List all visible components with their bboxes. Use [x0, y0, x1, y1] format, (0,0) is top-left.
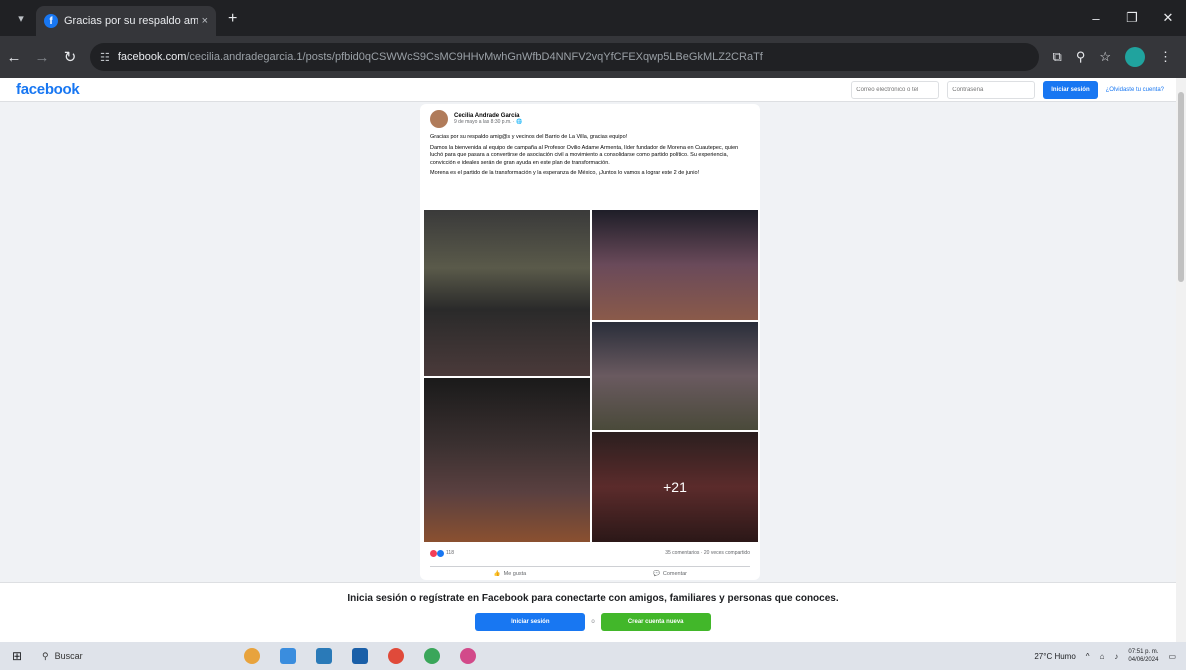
- post-actions: 👍 Me gusta 💬 Comentar: [430, 566, 750, 580]
- network-icon[interactable]: ⌂: [1100, 652, 1105, 661]
- post-header: Cecilia Andrade García 9 de mayo a las 8…: [420, 104, 760, 134]
- love-reaction-icon: [430, 549, 437, 557]
- chrome-icon[interactable]: [388, 648, 404, 664]
- cast-icon[interactable]: ⧉: [1053, 49, 1062, 65]
- minimize-button[interactable]: –: [1078, 11, 1114, 26]
- post-photo[interactable]: [424, 378, 590, 542]
- photo-grid: +21: [424, 210, 758, 542]
- post-photo[interactable]: [424, 210, 590, 376]
- page-scrollbar[interactable]: [1176, 78, 1186, 642]
- thumbs-up-icon: 👍: [493, 570, 501, 577]
- post-body: Gracias por su respaldo amig@s y vecinos…: [420, 134, 760, 178]
- post-stats: 118 35 comentarios · 20 veces compartido: [420, 546, 760, 560]
- close-window-button[interactable]: ✕: [1150, 10, 1186, 26]
- url-path: /cecilia.andradegarcia.1/posts/pfbid0qCS…: [186, 51, 763, 63]
- post-photo[interactable]: +21: [592, 432, 758, 542]
- widget-icon[interactable]: [244, 648, 260, 664]
- task-view-icon[interactable]: [280, 648, 296, 664]
- zoom-icon[interactable]: ⚲: [1076, 49, 1086, 65]
- tab-close-icon[interactable]: ×: [202, 15, 208, 27]
- outlook-icon[interactable]: [352, 648, 368, 664]
- forgot-account-link[interactable]: ¿Olvidaste tu cuenta?: [1106, 87, 1164, 93]
- taskbar-search[interactable]: ⚲ Buscar: [34, 645, 214, 667]
- browser-tab-bar: ▾ f Gracias por su respaldo amig© × + – …: [0, 0, 1186, 36]
- tray-expand-icon[interactable]: ^: [1086, 652, 1090, 661]
- post-paragraph: Morena es el partido de la transformació…: [430, 170, 700, 176]
- url-domain: facebook.com: [117, 51, 187, 63]
- more-photos-overlay[interactable]: +21: [592, 432, 758, 542]
- comments-shares-count[interactable]: 35 comentarios · 20 veces compartido: [665, 550, 750, 556]
- post-paragraph: Damos la bienvenida al equipo de campaña…: [430, 144, 739, 166]
- scrollbar-thumb[interactable]: [1178, 92, 1184, 282]
- email-field[interactable]: [851, 80, 940, 99]
- like-label: Me gusta: [503, 570, 527, 577]
- login-prompt-banner: Inicia sesión o regístrate en Facebook p…: [0, 582, 1176, 642]
- reaction-count: 118: [446, 550, 454, 556]
- author-avatar[interactable]: [430, 110, 448, 128]
- comment-button[interactable]: 💬 Comentar: [590, 567, 750, 580]
- tab-title: Gracias por su respaldo amig©: [64, 15, 198, 27]
- header-login-form: Iniciar sesión ¿Olvidaste tu cuenta?: [851, 80, 1164, 99]
- create-account-button[interactable]: Crear cuenta nueva: [600, 613, 711, 631]
- login-prompt-text: Inicia sesión o regístrate en Facebook p…: [347, 593, 839, 604]
- like-button[interactable]: 👍 Me gusta: [430, 567, 590, 580]
- post-paragraph: Gracias por su respaldo amig@s y vecinos…: [430, 134, 628, 140]
- weather-widget[interactable]: 27°C Humo: [1034, 652, 1075, 661]
- maximize-button[interactable]: ❐: [1114, 10, 1150, 26]
- chrome-profile-icon[interactable]: [424, 648, 440, 664]
- address-bar-row: ← → ↻ ☷ facebook.com /cecilia.andradegar…: [0, 36, 1186, 78]
- search-icon: ⚲: [42, 650, 49, 661]
- site-info-icon[interactable]: ☷: [100, 51, 110, 64]
- like-reaction-icon: [437, 549, 444, 557]
- header-login-button[interactable]: Iniciar sesión: [1043, 80, 1098, 99]
- windows-taskbar: ⊞ ⚲ Buscar 27°C Humo ^ ⌂ ♪ 07:51 p. m. 0…: [0, 642, 1186, 670]
- reload-icon[interactable]: ↻: [56, 48, 84, 66]
- reactions[interactable]: 118: [430, 549, 454, 557]
- tab-search-icon[interactable]: ▾: [10, 6, 32, 30]
- facebook-header: facebook Iniciar sesión ¿Olvidaste tu cu…: [0, 78, 1176, 102]
- url-input[interactable]: ☷ facebook.com /cecilia.andradegarcia.1/…: [90, 43, 1039, 71]
- profile-avatar-icon[interactable]: [1125, 47, 1145, 67]
- comment-label: Comentar: [662, 570, 687, 577]
- login-prompt-buttons: Iniciar sesión o Crear cuenta nueva: [0, 613, 1186, 631]
- back-icon[interactable]: ←: [0, 49, 28, 66]
- forward-icon[interactable]: →: [28, 49, 56, 66]
- clock-date: 04/06/2024: [1128, 657, 1159, 663]
- taskbar-clock[interactable]: 07:51 p. m. 04/06/2024: [1128, 648, 1158, 664]
- tab-active[interactable]: f Gracias por su respaldo amig© ×: [36, 6, 216, 36]
- window-controls: – ❐ ✕: [1078, 0, 1186, 36]
- clock-time: 07:51 p. m.: [1128, 649, 1159, 655]
- prompt-login-button[interactable]: Iniciar sesión: [475, 613, 586, 631]
- facebook-favicon-icon: f: [44, 14, 58, 28]
- notifications-icon[interactable]: ▭: [1168, 652, 1176, 661]
- post-meta[interactable]: 9 de mayo a las 8:30 p.m. · 🌐: [454, 119, 522, 125]
- search-label: Buscar: [54, 651, 83, 661]
- taskbar-apps: [244, 648, 476, 664]
- chrome-profile-2-icon[interactable]: [460, 648, 476, 664]
- comment-icon: 💬: [652, 570, 660, 577]
- windows-start-icon[interactable]: ⊞: [0, 649, 34, 663]
- bookmark-star-icon[interactable]: ☆: [1099, 49, 1111, 65]
- facebook-logo[interactable]: facebook: [16, 81, 80, 98]
- post-photo[interactable]: [592, 210, 758, 320]
- file-explorer-icon[interactable]: [316, 648, 332, 664]
- post-photo[interactable]: [592, 322, 758, 430]
- password-field[interactable]: [947, 80, 1036, 99]
- volume-icon[interactable]: ♪: [1114, 652, 1118, 661]
- new-tab-button[interactable]: +: [228, 10, 237, 28]
- system-tray: 27°C Humo ^ ⌂ ♪ 07:51 p. m. 04/06/2024 ▭: [1034, 648, 1176, 664]
- browser-menu-icon[interactable]: ⋮: [1159, 49, 1172, 65]
- toolbar-actions: ⧉ ⚲ ☆ ⋮: [1053, 47, 1172, 67]
- separator: o: [591, 619, 595, 625]
